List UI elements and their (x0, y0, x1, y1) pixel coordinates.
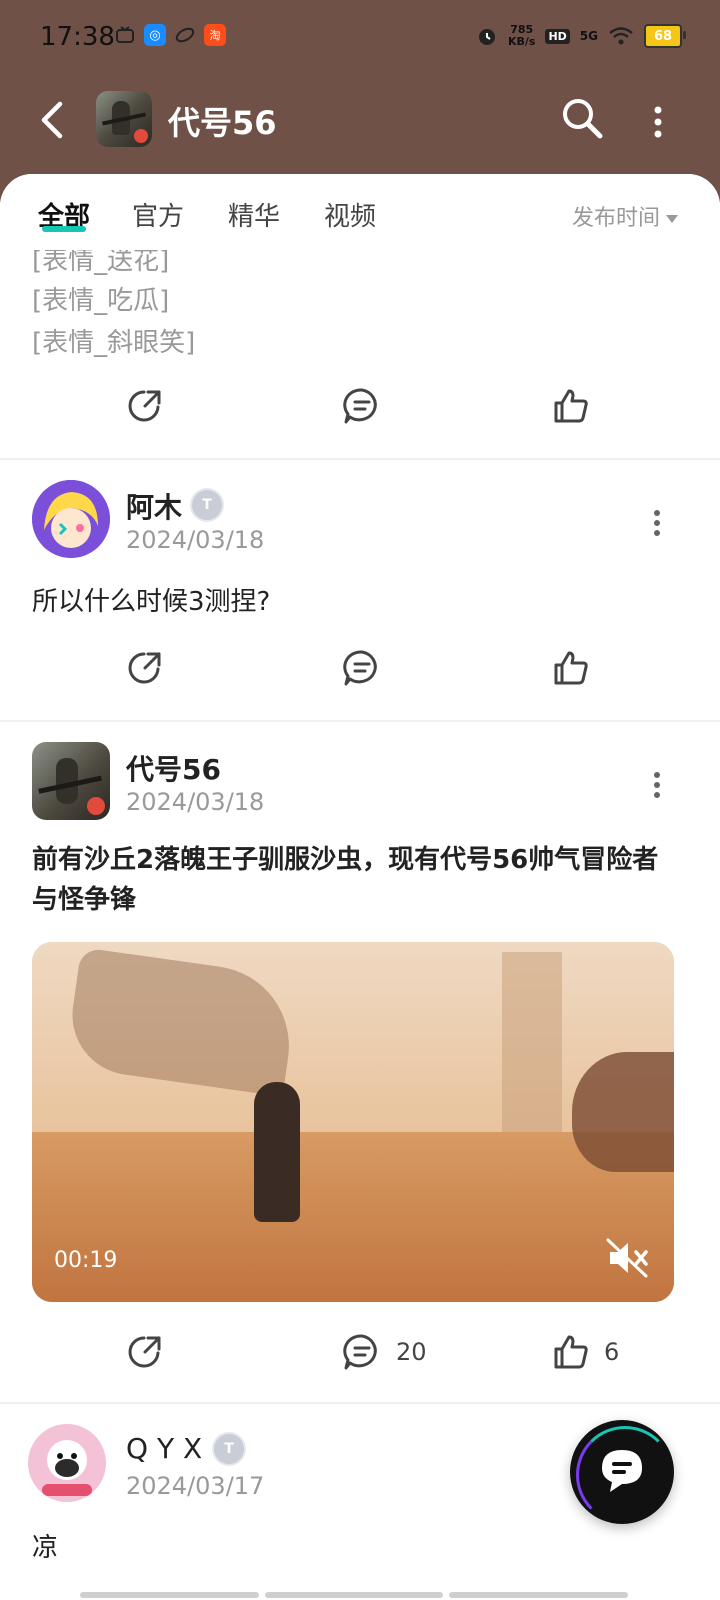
tab-bar: 全部 官方 精华 视频 发布时间 (0, 174, 720, 250)
post-text[interactable]: 前有沙丘2落魄王子驯服沙虫，现有代号56帅气冒险者与怪争锋 (32, 840, 682, 920)
username[interactable]: Q Y X (126, 1432, 202, 1465)
net-speed: 785 KB/s (508, 24, 535, 48)
net-speed-unit: KB/s (507, 35, 536, 48)
post-date: 2024/03/18 (126, 526, 265, 554)
level-badge: T (190, 488, 224, 522)
post-date: 2024/03/17 (126, 1472, 265, 1500)
share-icon (128, 390, 161, 422)
like-button[interactable] (552, 376, 590, 436)
comment-count: 20 (396, 1338, 427, 1366)
status-time: 17:38 (40, 22, 115, 52)
level-badge: T (212, 1432, 246, 1466)
share-button[interactable] (126, 376, 164, 436)
more-menu-icon[interactable] (650, 102, 666, 142)
post-actions (0, 638, 720, 698)
app-blue-icon: ◎ (144, 24, 166, 46)
page-title: 代号56 (168, 104, 277, 142)
avatar[interactable] (32, 742, 110, 820)
tab-official[interactable]: 官方 (132, 196, 184, 233)
chevron-down-icon (666, 215, 678, 223)
search-icon[interactable] (560, 96, 604, 140)
share-button[interactable] (126, 638, 164, 698)
hd-badge: HD (545, 28, 570, 44)
post-more-icon[interactable] (652, 508, 662, 538)
post-actions: 20 6 (0, 1322, 720, 1382)
post-divider (0, 1402, 720, 1404)
avatar[interactable] (28, 1424, 106, 1502)
post-text[interactable]: 凉 (32, 1528, 682, 1568)
comment-icon (343, 388, 377, 424)
post-divider (0, 720, 720, 722)
comment-icon (343, 650, 377, 686)
post-divider (0, 458, 720, 460)
signal-5g: 5G (579, 29, 598, 43)
like-button[interactable] (552, 638, 604, 698)
username[interactable]: 阿木 (126, 486, 182, 526)
chat-bubble-icon (602, 1450, 642, 1492)
battery-level: 68 (653, 28, 673, 44)
post-date: 2024/03/18 (126, 788, 265, 816)
share-icon (128, 1336, 161, 1368)
battery-icon: 68 (644, 24, 686, 48)
comment-button[interactable]: 20 (342, 1322, 427, 1382)
video-player[interactable]: 00:19 (32, 942, 674, 1302)
post-more-icon[interactable] (652, 770, 662, 800)
back-arrow-icon[interactable] (34, 100, 74, 140)
alarm-icon (478, 29, 495, 45)
status-notification-icons: ◎ 淘 (114, 24, 226, 46)
emoji-text-line: [表情_吃瓜] (32, 286, 170, 316)
comment-button[interactable] (342, 638, 396, 698)
tab-featured[interactable]: 精华 (228, 196, 280, 233)
app-leaf-icon (174, 24, 196, 46)
share-button[interactable] (126, 1322, 164, 1382)
top-bar: 代号56 (0, 82, 720, 172)
mute-icon[interactable] (606, 1238, 650, 1278)
taobao-icon: 淘 (204, 24, 226, 46)
like-count: 6 (604, 1338, 620, 1366)
status-system-icons: 785 KB/s HD 5G 68 (476, 24, 686, 48)
content-sheet: 全部 官方 精华 视频 发布时间 [表情_送花] [表情_吃瓜] [表情_斜眼笑… (0, 174, 720, 1600)
game-avatar[interactable] (96, 91, 152, 147)
username[interactable]: 代号56 (126, 748, 221, 788)
comment-icon (343, 1334, 377, 1370)
tab-video[interactable]: 视频 (324, 196, 376, 233)
tv-icon (114, 24, 136, 46)
create-post-fab[interactable] (570, 1420, 674, 1524)
avatar[interactable] (32, 480, 110, 558)
thumbs-up-icon (554, 389, 588, 423)
sort-dropdown[interactable]: 发布时间 (572, 200, 678, 232)
share-icon (128, 652, 161, 684)
video-duration: 00:19 (54, 1248, 118, 1273)
sort-label: 发布时间 (571, 206, 660, 231)
status-bar: 17:38 ◎ 淘 785 KB/s HD 5G 68 (0, 0, 720, 80)
scroll-indicator (80, 1592, 629, 1598)
thumbs-up-icon (554, 651, 588, 685)
thumbs-up-icon (554, 1335, 588, 1369)
wifi-icon (609, 27, 633, 45)
like-button[interactable]: 6 (552, 1322, 619, 1382)
tab-active-indicator (42, 226, 86, 232)
post-text[interactable]: 所以什么时候3测捏? (32, 582, 682, 622)
video-character (254, 1082, 300, 1222)
comment-button[interactable] (342, 376, 382, 436)
post-actions (0, 376, 720, 436)
emoji-text-line: [表情_斜眼笑] (32, 328, 196, 358)
